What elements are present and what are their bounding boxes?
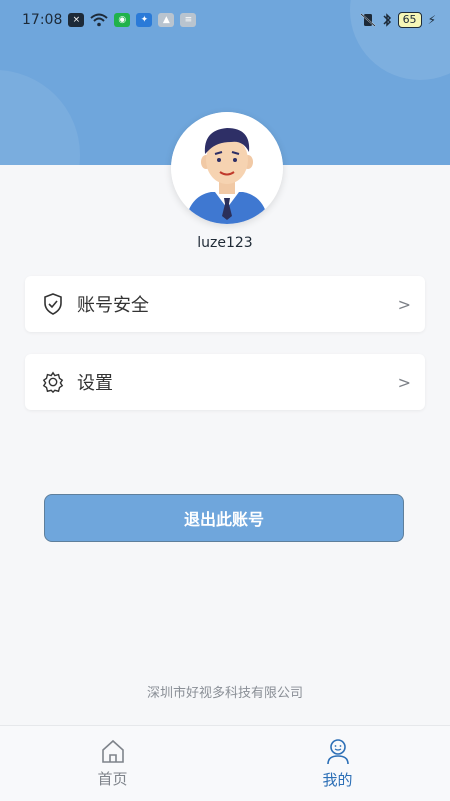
gear-icon [41,370,65,394]
wifi-icon [90,13,109,27]
nav-tab-mine[interactable]: 我的 [225,726,450,801]
battery-level: 65 [397,12,422,28]
app-icon: ✦ [136,13,153,27]
chevron-right-icon: > [397,372,411,392]
app-icon: ▲ [158,13,175,27]
status-time: 17:08 [22,12,63,28]
bluetooth-icon [383,13,391,27]
charging-icon: ⚡ [427,13,436,27]
avatar[interactable] [171,112,283,224]
menu-item-settings[interactable]: 设置 > [25,354,425,410]
status-bar: 17:08 × ◉ ✦ ▲ ≡ 65 ⚡ [0,0,450,40]
app-icon: ≡ [180,13,197,27]
bottom-navigation: 首页 我的 [0,725,450,801]
footer-company: 深圳市好视多科技有限公司 [146,686,303,701]
logout-button[interactable]: 退出此账号 [44,494,404,542]
chevron-right-icon: > [397,294,411,314]
home-icon [101,739,124,763]
user-icon [326,739,349,765]
nav-tab-home[interactable]: 首页 [0,726,225,801]
nav-tab-label: 首页 [97,770,128,788]
decorative-circle [0,70,80,165]
shield-check-icon [41,292,65,316]
avatar-illustration [171,112,283,224]
username: luze123 [197,235,253,251]
menu-item-account-security[interactable]: 账号安全 > [25,276,425,332]
vibrate-mute-icon [360,13,376,27]
menu-item-label: 账号安全 [77,295,149,316]
menu-item-label: 设置 [77,373,113,394]
notification-icon: × [68,13,85,27]
wechat-icon: ◉ [114,13,131,27]
nav-tab-label: 我的 [322,771,353,789]
